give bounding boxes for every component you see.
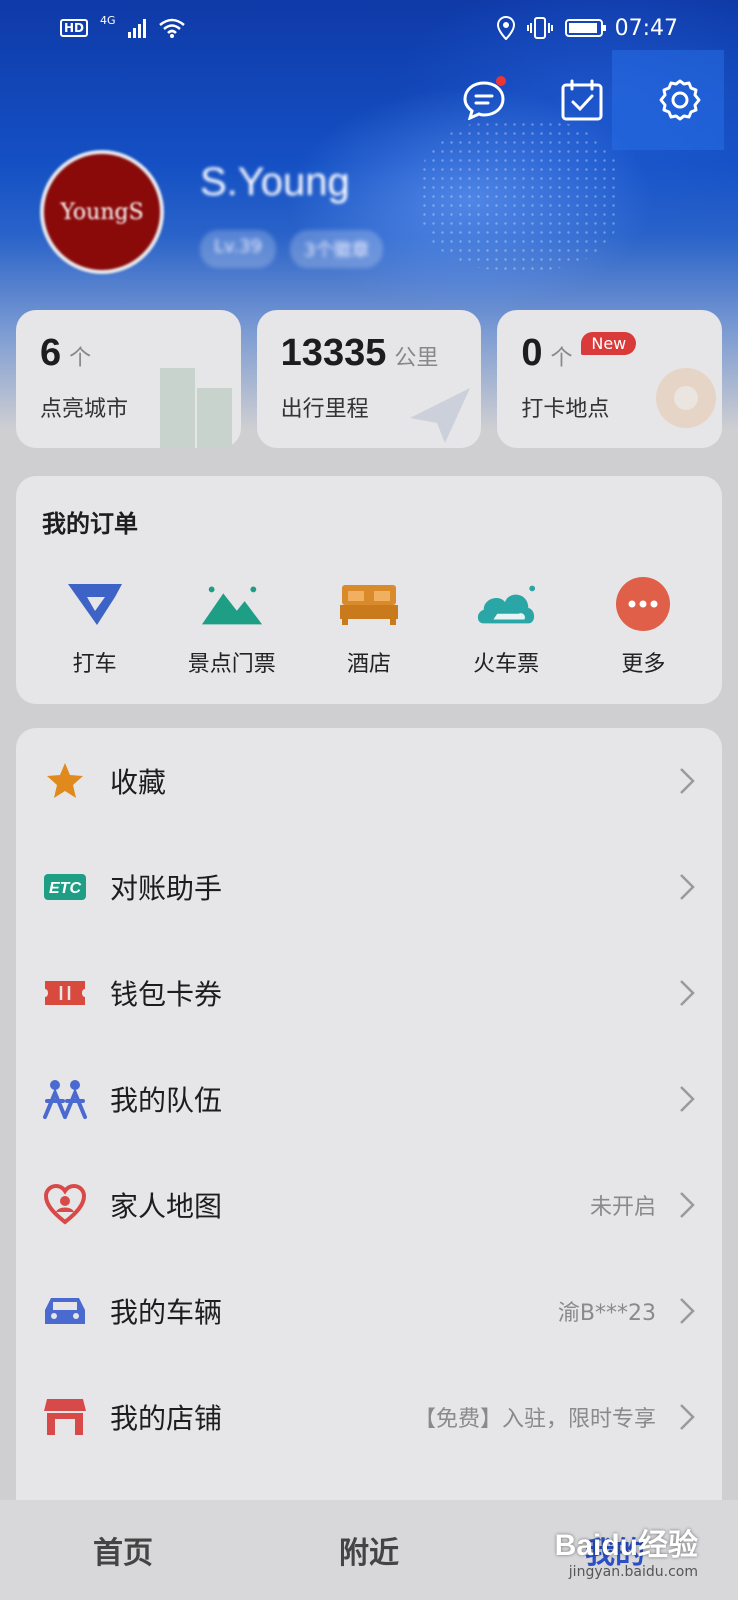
order-label: 酒店 (346, 652, 391, 677)
order-label: 火车票 (473, 652, 540, 677)
stat-unit: 个 (550, 346, 573, 371)
taxi-icon (67, 584, 122, 625)
message-icon (463, 81, 505, 120)
menu-extra: 【免费】入驻，限时专享 (413, 1407, 656, 1432)
clock: 07:47 (614, 15, 678, 41)
tab-home[interactable]: 首页 (0, 1528, 246, 1572)
menu-item-favorites[interactable]: 收藏 (16, 728, 722, 834)
order-label: 景点门票 (187, 652, 276, 677)
battery-icon (564, 19, 606, 37)
ticket-icon (45, 981, 85, 1005)
chevron-right-icon (680, 768, 695, 794)
chevron-right-icon (680, 1298, 695, 1324)
vibrate-icon (526, 17, 553, 39)
orders-card: 我的订单 打车 景点门票 酒店 火车票 更多 (16, 476, 722, 704)
menu-label: 钱包卡券 (110, 978, 223, 1011)
car-icon (45, 1298, 85, 1324)
order-taxi[interactable]: 打车 (30, 576, 160, 678)
watermark-sub: jingyan.baidu.com (568, 1564, 698, 1580)
checkin-button[interactable] (554, 72, 610, 128)
chevron-right-icon (680, 874, 695, 900)
stat-card-checkins[interactable]: 0个 New 打卡地点 (497, 310, 723, 448)
watermark-main: Baidu经验 (554, 1529, 698, 1562)
stats-row: 6个 点亮城市 13335 公里 出行里程 0个 New 打卡地点 (16, 310, 723, 448)
profile-badges: Lv.39 3个徽章 (200, 230, 384, 268)
etc-icon: ETC (44, 874, 86, 900)
level-badge[interactable]: Lv.39 (200, 230, 276, 268)
chevron-right-icon (680, 1404, 695, 1430)
chevron-right-icon (680, 980, 695, 1006)
order-label: 更多 (621, 652, 666, 677)
menu-item-reconcile[interactable]: ETC 对账助手 (16, 834, 722, 940)
stat-unit: 个 (69, 346, 92, 371)
plane-icon (410, 388, 471, 443)
menu-label: 收藏 (110, 766, 167, 799)
menu-label: 家人地图 (110, 1190, 223, 1223)
baidu-watermark: Baidu经验 jingyan.baidu.com (555, 1520, 698, 1580)
order-more[interactable]: 更多 (578, 576, 708, 678)
orders-row: 打车 景点门票 酒店 火车票 更多 (16, 576, 722, 678)
gear-icon (659, 79, 701, 121)
order-tickets[interactable]: 景点门票 (167, 576, 297, 678)
menu-label: 对账助手 (110, 872, 223, 905)
menu-label: 我的队伍 (110, 1084, 223, 1117)
orders-title: 我的订单 (42, 510, 138, 538)
order-label: 打车 (72, 652, 117, 677)
menu-item-vehicle[interactable]: 我的车辆 渝B***23 (16, 1258, 722, 1364)
avatar[interactable]: YoungS (40, 150, 164, 274)
menu-extra: 渝B***23 (557, 1301, 656, 1326)
medal-badge[interactable]: 3个徽章 (289, 230, 384, 268)
menu-extra: 未开启 (589, 1195, 656, 1220)
bed-icon (339, 585, 398, 625)
pin-icon (656, 368, 717, 428)
map-dots-decoration (420, 120, 620, 270)
menu-label: 我的店铺 (110, 1402, 223, 1435)
status-bar: HD 4G 07:47 (0, 0, 738, 56)
stat-value: 0 (521, 332, 543, 374)
menu-item-store[interactable]: 我的店铺 【免费】入驻，限时专享 (16, 1364, 722, 1470)
username[interactable]: S.Young (200, 160, 350, 205)
star-icon (47, 763, 83, 798)
message-button[interactable] (456, 72, 512, 128)
header-actions (456, 72, 708, 128)
order-hotel[interactable]: 酒店 (304, 576, 434, 678)
avatar-text: YoungS (60, 199, 144, 225)
store-icon (44, 1399, 86, 1435)
stat-value: 13335 (280, 332, 387, 374)
stat-unit: 公里 (394, 346, 439, 371)
heart-location-icon (44, 1184, 86, 1225)
svg-text:ETC: ETC (49, 880, 81, 897)
signal-icon (127, 18, 146, 38)
team-icon (43, 1080, 87, 1119)
menu-list: 收藏 ETC 对账助手 钱包卡券 我的队伍 家人地图 未开启 我的车辆 渝B**… (16, 728, 722, 1528)
stat-card-mileage[interactable]: 13335 公里 出行里程 (256, 310, 482, 448)
order-train[interactable]: 火车票 (441, 576, 571, 678)
mountain-icon (201, 586, 262, 625)
building-icon (159, 368, 232, 448)
stat-card-cities[interactable]: 6个 点亮城市 (16, 310, 241, 448)
hd-icon: HD (60, 19, 89, 37)
menu-item-family-map[interactable]: 家人地图 未开启 (16, 1152, 722, 1258)
tab-nearby[interactable]: 附近 (246, 1528, 492, 1572)
cloud-train-icon (478, 585, 536, 624)
network-type-label: 4G (100, 13, 116, 27)
unread-dot (496, 76, 506, 86)
settings-button[interactable] (652, 72, 708, 128)
menu-label: 我的车辆 (110, 1296, 223, 1329)
new-badge: New (581, 332, 637, 355)
calendar-check-icon (561, 79, 603, 121)
chevron-right-icon (680, 1192, 695, 1218)
more-icon (616, 577, 671, 631)
menu-item-team[interactable]: 我的队伍 (16, 1046, 722, 1152)
chevron-right-icon (680, 1086, 695, 1112)
menu-item-wallet[interactable]: 钱包卡券 (16, 940, 722, 1046)
location-icon (496, 16, 515, 40)
stat-value: 6 (40, 332, 62, 374)
wifi-icon (158, 18, 185, 38)
